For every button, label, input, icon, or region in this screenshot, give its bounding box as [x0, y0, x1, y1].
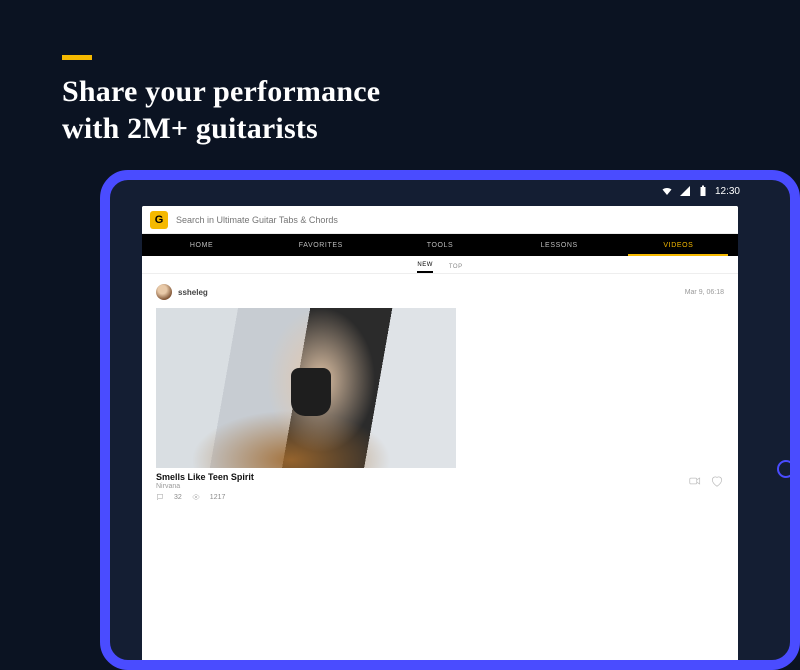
app-screen: G HOME FAVORITES TOOLS LESSONS VIDEOS NE… [142, 206, 738, 660]
video-thumbnail[interactable] [156, 308, 456, 468]
avatar [156, 284, 172, 300]
signal-icon [679, 185, 691, 197]
status-bar: 12:30 [110, 180, 750, 202]
view-count: 1217 [210, 494, 226, 501]
video-title[interactable]: Smells Like Teen Spirit [156, 472, 254, 482]
post-date: Mar 9, 06:18 [685, 289, 724, 296]
title-block: Smells Like Teen Spirit Nirvana 32 1217 [156, 472, 254, 501]
tab-tools-label: TOOLS [427, 242, 454, 249]
subfilter-new[interactable]: NEW [417, 262, 433, 273]
username: ssheleg [178, 288, 208, 297]
video-artist: Nirvana [156, 483, 254, 490]
wifi-icon [661, 185, 673, 197]
like-icon[interactable] [710, 474, 724, 488]
status-time: 12:30 [715, 186, 740, 197]
post-header: ssheleg Mar 9, 06:18 [156, 284, 724, 300]
post-actions [688, 472, 724, 488]
search-input[interactable] [176, 215, 730, 225]
tab-home-label: HOME [190, 242, 213, 249]
accent-bar [62, 55, 92, 60]
headline-line1: Share your performance [62, 75, 380, 108]
tab-tools[interactable]: TOOLS [380, 234, 499, 256]
tablet-home-button[interactable] [777, 460, 795, 478]
feed: ssheleg Mar 9, 06:18 Smells Like Teen Sp… [142, 274, 738, 660]
post-meta: Smells Like Teen Spirit Nirvana 32 1217 [156, 472, 724, 501]
tab-favorites[interactable]: FAVORITES [261, 234, 380, 256]
tab-videos[interactable]: VIDEOS [619, 234, 738, 256]
tablet-frame: 12:30 G HOME FAVORITES TOOLS LESSONS VID… [100, 170, 800, 670]
battery-icon [697, 185, 709, 197]
subfilter-top[interactable]: TOP [449, 264, 463, 273]
tab-nav: HOME FAVORITES TOOLS LESSONS VIDEOS [142, 234, 738, 256]
record-icon[interactable] [688, 474, 702, 488]
headline-line2: with 2M+ guitarists [62, 112, 318, 145]
tablet-screen: 12:30 G HOME FAVORITES TOOLS LESSONS VID… [110, 180, 790, 660]
app-logo[interactable]: G [150, 211, 168, 229]
tab-favorites-label: FAVORITES [299, 242, 343, 249]
promo-headline: Share your performance with 2M+ guitaris… [62, 74, 380, 147]
tab-videos-label: VIDEOS [663, 242, 693, 249]
tab-home[interactable]: HOME [142, 234, 261, 256]
comment-count: 32 [174, 494, 182, 501]
subfilter: NEW TOP [142, 256, 738, 274]
post-user[interactable]: ssheleg [156, 284, 208, 300]
tab-lessons-label: LESSONS [541, 242, 578, 249]
tab-lessons[interactable]: LESSONS [500, 234, 619, 256]
search-bar: G [142, 206, 738, 234]
